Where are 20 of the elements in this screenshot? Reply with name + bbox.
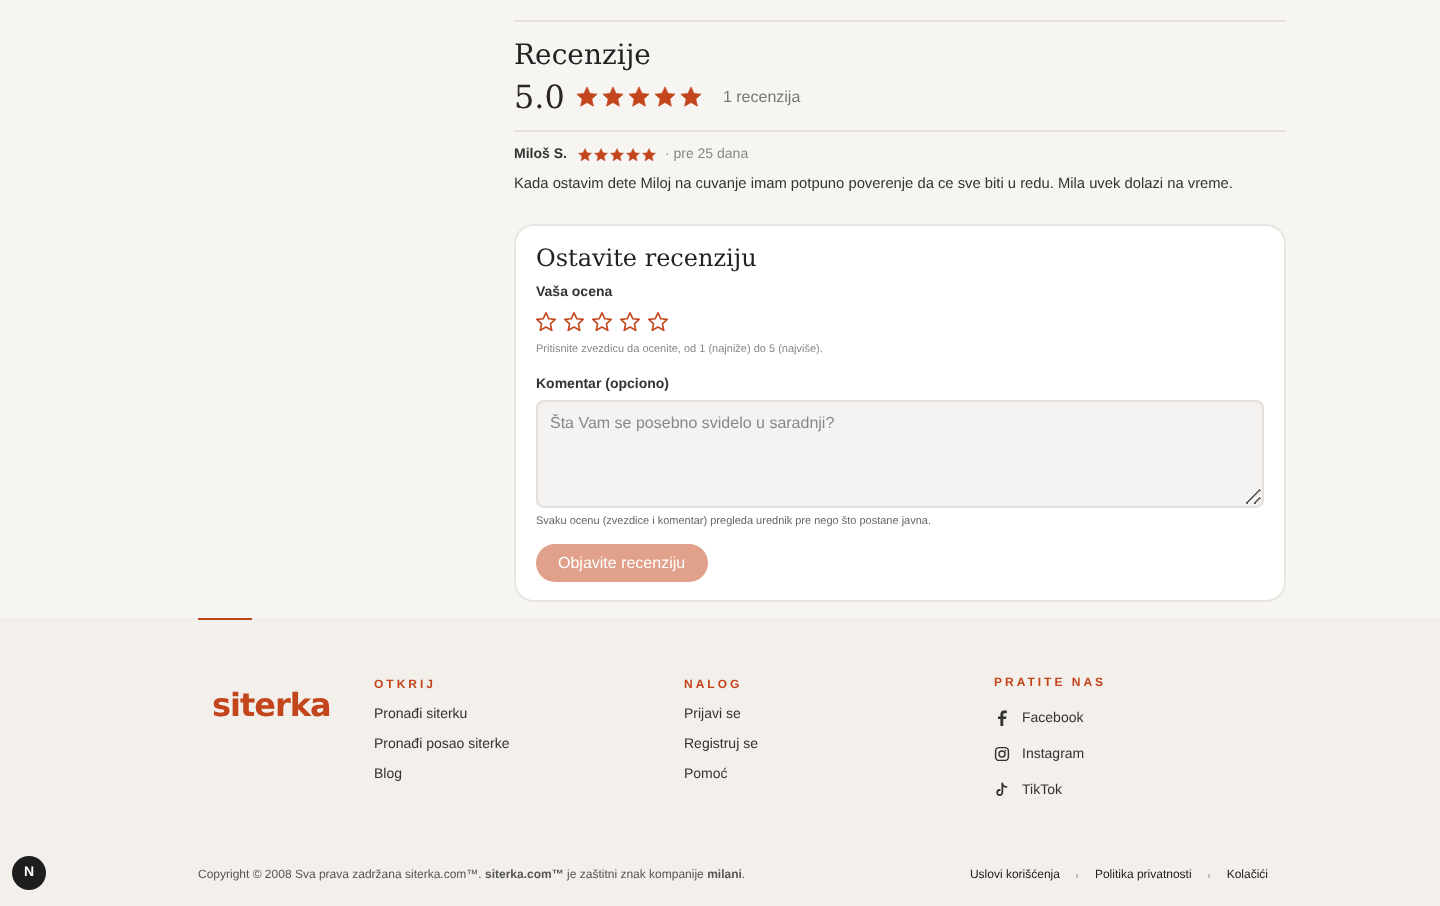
star-icon — [576, 86, 599, 108]
star-icon[interactable] — [592, 312, 612, 332]
comment-field[interactable]: Šta Vam se posebno svidelo u saradnji? — [536, 400, 1264, 508]
star-icon[interactable] — [648, 312, 668, 332]
star-icon — [628, 86, 651, 108]
star-icon — [602, 86, 625, 108]
star-icon[interactable] — [620, 312, 640, 332]
star-icon — [680, 86, 703, 108]
form-title: Ostavite recenziju — [536, 244, 759, 272]
section-title: Recenzije — [514, 40, 653, 72]
average-rating: 5.0 — [514, 78, 565, 116]
star-icon[interactable] — [564, 312, 584, 332]
instagram-icon — [994, 746, 1010, 762]
review-count: 1 recenzija — [722, 88, 801, 106]
star-icon[interactable] — [536, 312, 556, 332]
facebook-icon — [994, 710, 1010, 726]
tiktok-icon — [994, 782, 1010, 798]
star-icon — [654, 86, 677, 108]
rating-input[interactable] — [536, 312, 668, 332]
site-logo[interactable]: siterka — [212, 686, 374, 798]
